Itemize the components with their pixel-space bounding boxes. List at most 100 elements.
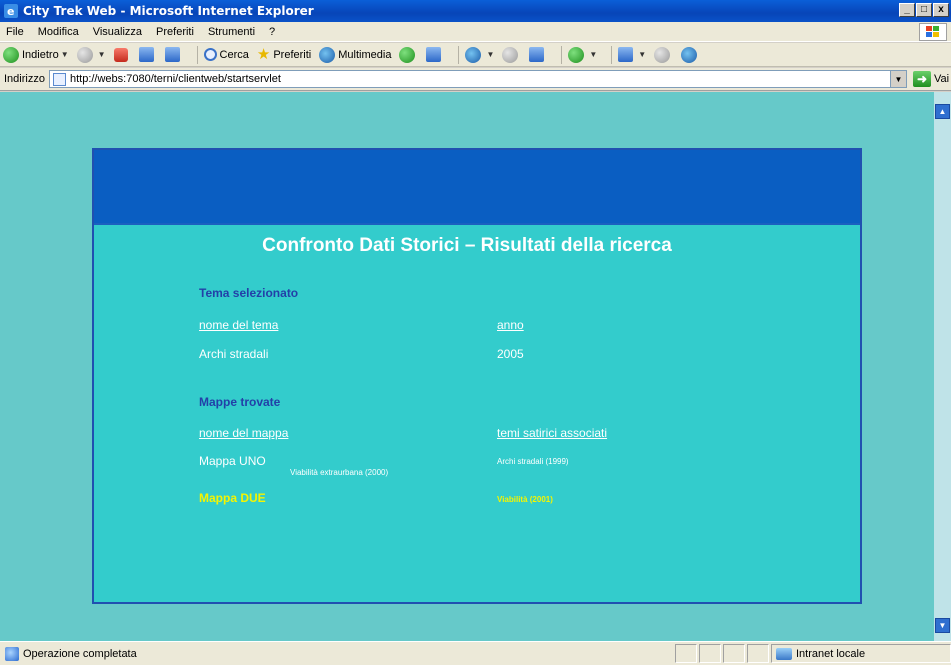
stop-button[interactable] [113, 47, 131, 62]
channels-icon [426, 47, 442, 62]
page-viewport: Confronto Dati Storici – Risultati della… [0, 92, 934, 641]
chevron-down-icon: ▼ [60, 50, 69, 59]
map-name-column-link[interactable]: nome del mappa [199, 426, 288, 440]
refresh-button[interactable] [138, 47, 157, 62]
word-button[interactable]: ▼ [618, 47, 646, 62]
back-arrow-icon [3, 46, 19, 63]
zone-label: Intranet locale [796, 647, 866, 660]
window-title: City Trek Web - Microsoft Internet Explo… [23, 4, 314, 18]
windows-logo-icon [919, 23, 947, 41]
menu-strumenti[interactable]: Strumenti [208, 26, 255, 38]
favorites-button[interactable]: ★ Preferiti [256, 45, 312, 63]
search-button[interactable]: Cerca [203, 48, 249, 61]
window-titlebar[interactable]: e City Trek Web - Microsoft Internet Exp… [0, 0, 951, 22]
vertical-scrollbar[interactable]: ▲ ▼ [934, 92, 951, 641]
theme-name-column-link[interactable]: nome del tema [199, 318, 278, 332]
menu-bar: File Modifica Visualizza Preferiti Strum… [0, 22, 951, 42]
page-done-icon [5, 646, 19, 661]
scroll-up-icon[interactable]: ▲ [935, 104, 950, 119]
security-zone: Intranet locale [771, 644, 951, 663]
search-label: Cerca [219, 48, 249, 61]
history-button[interactable] [399, 46, 418, 63]
menu-modifica[interactable]: Modifica [38, 26, 79, 38]
close-button[interactable]: x [933, 3, 949, 17]
channels-button[interactable] [426, 47, 444, 62]
go-button[interactable]: ➜ Vai [912, 71, 950, 87]
status-text: Operazione completata [23, 647, 137, 660]
word-icon [618, 47, 634, 62]
edit-button[interactable] [529, 47, 547, 62]
map-uno-theme-a: Viabilità extraurbana (2000) [290, 468, 389, 477]
favorites-label: Preferiti [273, 48, 312, 61]
window-controls: _ □ x [899, 3, 949, 17]
home-icon [164, 47, 180, 62]
back-label: Indietro [22, 48, 59, 61]
media-button[interactable]: Multimedia [319, 46, 392, 63]
map-uno-name[interactable]: Mappa UNO [199, 454, 266, 468]
mail-button[interactable]: ▼ [465, 46, 494, 63]
svg-text:e: e [7, 5, 14, 18]
scroll-down-icon[interactable]: ▼ [935, 618, 950, 633]
print-button[interactable] [502, 46, 521, 63]
go-label: Vai [933, 73, 950, 85]
map-uno-theme-b: Archi stradali (1999) [497, 457, 569, 466]
status-panes: Intranet locale [673, 644, 951, 663]
discuss-button[interactable] [654, 46, 673, 63]
messenger-button[interactable]: ▼ [568, 46, 598, 63]
map-due-theme-b: Viabilità (2001) [497, 495, 553, 504]
address-input[interactable]: http://webs:7080/terni/clientweb/startse… [48, 70, 907, 88]
menu-preferiti[interactable]: Preferiti [156, 26, 194, 38]
menu-help[interactable]: ? [269, 26, 275, 38]
search-icon [203, 48, 217, 61]
address-label: Indirizzo [4, 73, 45, 85]
research-icon [681, 46, 698, 63]
media-label: Multimedia [338, 48, 392, 61]
intranet-icon [776, 647, 792, 660]
chevron-down-icon: ▼ [589, 50, 598, 59]
menu-visualizza[interactable]: Visualizza [93, 26, 142, 38]
toolbar-separator [196, 45, 198, 64]
page-title: Confronto Dati Storici – Risultati della… [262, 235, 672, 256]
media-icon [319, 46, 336, 63]
stop-icon [113, 47, 128, 62]
status-pane [699, 644, 721, 663]
star-icon: ★ [256, 45, 271, 63]
chevron-down-icon: ▼ [638, 50, 647, 59]
edit-icon [529, 47, 545, 62]
map-due-name[interactable]: Mappa DUE [199, 491, 266, 505]
maps-section-heading: Mappe trovate [199, 395, 281, 409]
theme-year-value: 2005 [497, 347, 524, 361]
map-themes-column-link[interactable]: temi satirici associati [497, 426, 607, 440]
status-bar: Operazione completata Intranet locale [0, 641, 951, 665]
forward-button[interactable]: ▼ [76, 46, 106, 63]
standard-toolbar: Indietro ▼ ▼ Cerca ★ Preferiti Multimedi… [0, 43, 951, 67]
history-icon [399, 46, 416, 63]
maximize-button[interactable]: □ [916, 3, 932, 17]
print-icon [502, 46, 519, 63]
mail-icon [465, 46, 482, 63]
research-button[interactable] [681, 46, 700, 63]
status-pane [747, 644, 769, 663]
home-button[interactable] [164, 47, 183, 62]
status-pane [723, 644, 745, 663]
toolbar-separator [611, 45, 613, 64]
address-dropdown-icon[interactable]: ▼ [889, 71, 906, 87]
toolbar-separator [561, 45, 563, 64]
results-panel: Confronto Dati Storici – Risultati della… [92, 148, 862, 604]
ie-icon: e [4, 4, 18, 18]
theme-year-column-link[interactable]: anno [497, 318, 524, 332]
discuss-icon [654, 46, 671, 63]
theme-name-value: Archi stradali [199, 347, 269, 361]
go-arrow-icon: ➜ [912, 71, 931, 87]
forward-arrow-icon [76, 46, 93, 63]
status-pane [675, 644, 697, 663]
refresh-icon [138, 47, 154, 62]
page-icon [52, 73, 66, 86]
chevron-down-icon: ▼ [97, 50, 106, 59]
minimize-button[interactable]: _ [899, 3, 915, 17]
panel-header [94, 150, 860, 225]
back-button[interactable]: Indietro ▼ [3, 46, 69, 63]
menu-file[interactable]: File [6, 26, 24, 38]
theme-section-heading: Tema selezionato [199, 286, 299, 300]
messenger-icon [568, 46, 585, 63]
